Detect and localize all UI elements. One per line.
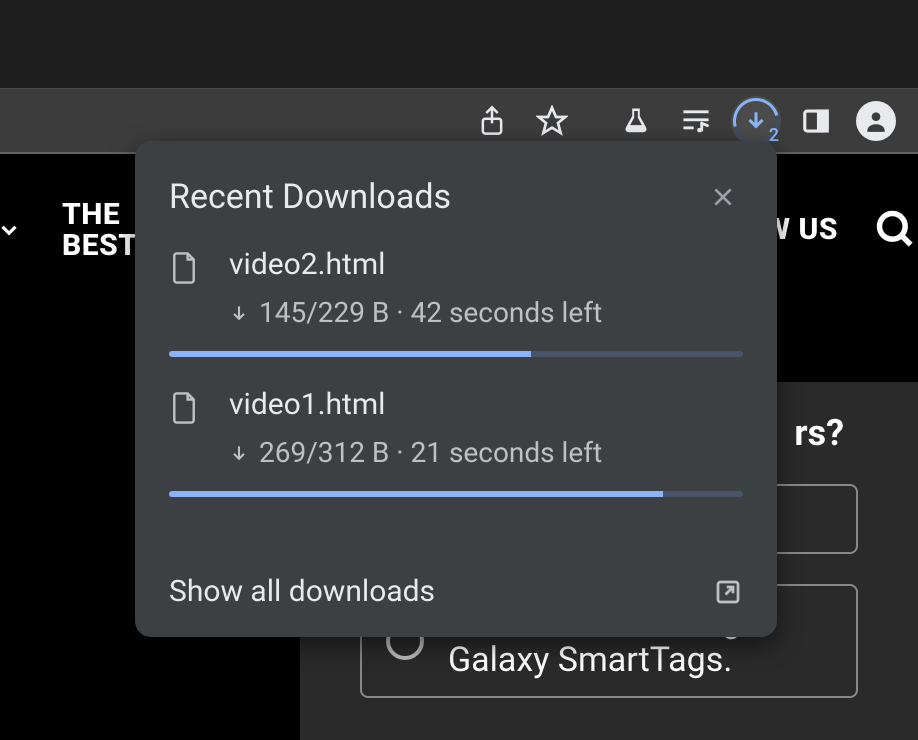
file-icon [169,391,201,423]
nav-label-line1: THE [62,199,137,231]
download-item[interactable]: video2.html 145/229 B · 42 seconds left [135,235,777,357]
side-panel-icon[interactable] [788,93,844,149]
download-arrow-icon [229,302,249,324]
progress-fill [169,491,663,497]
progress-bar [169,491,743,497]
download-status: 145/229 B · 42 seconds left [259,296,602,329]
progress-bar [169,351,743,357]
nav-chevron-down-icon[interactable] [0,217,22,243]
downloads-popover: Recent Downloads video2.html 145 [135,141,777,637]
popover-title: Recent Downloads [169,177,451,217]
nav-item-the-best[interactable]: THE BEST [62,199,137,262]
profile-avatar-icon[interactable] [848,93,904,149]
download-item[interactable]: video1.html 269/312 B · 21 seconds left [135,375,777,497]
nav-label-line2: BEST [62,230,137,262]
download-filename: video1.html [229,387,743,422]
open-external-icon[interactable] [713,577,743,607]
search-icon[interactable] [874,208,918,252]
close-button[interactable] [703,177,743,217]
show-all-downloads-link[interactable]: Show all downloads [169,574,435,609]
download-status: 269/312 B · 21 seconds left [259,436,602,469]
progress-fill [169,351,531,357]
download-arrow-icon [229,442,249,464]
browser-top-area [0,0,918,88]
file-icon [169,251,201,283]
download-filename: video2.html [229,247,743,282]
